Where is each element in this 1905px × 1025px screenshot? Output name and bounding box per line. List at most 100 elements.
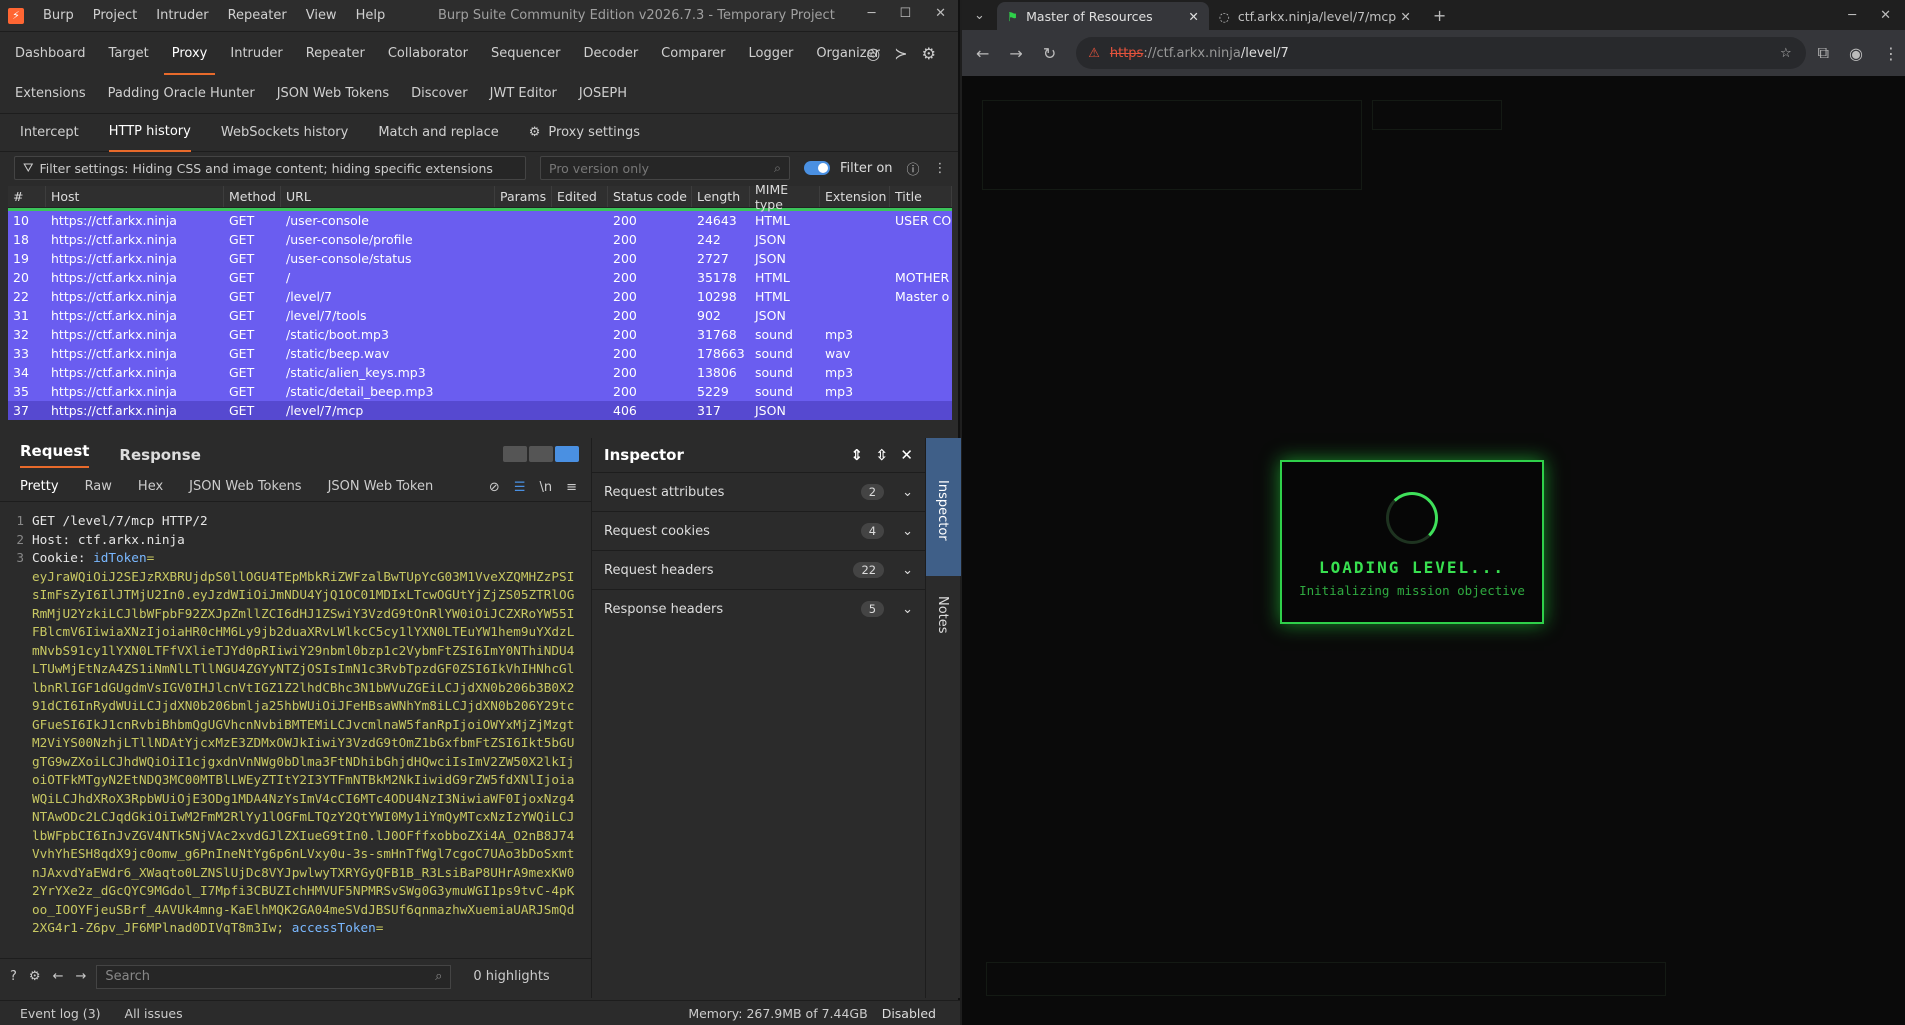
notes-strip-label[interactable]: Notes <box>935 596 950 634</box>
tab-target[interactable]: Target <box>109 46 149 61</box>
tab-dashboard[interactable]: Dashboard <box>15 46 86 61</box>
search-input[interactable]: Search ⌕ <box>96 964 452 989</box>
tab-padding-oracle-hunter[interactable]: Padding Oracle Hunter <box>108 86 255 101</box>
column-header[interactable]: Edited <box>552 186 608 207</box>
filter-toggle[interactable] <box>804 161 830 175</box>
table-row[interactable]: 19 https://ctf.arkx.ninja GET/user-console… <box>8 249 952 268</box>
table-row[interactable]: 32 https://ctf.arkx.ninja GET/static/boot.… <box>8 325 952 344</box>
settings-icon[interactable]: ⚙ <box>29 969 41 984</box>
table-row[interactable]: 22 https://ctf.arkx.ninja GET/level/7 200 10… <box>8 287 952 306</box>
browser-tab-active[interactable]: ⚑ Master of Resources ✕ <box>996 2 1209 30</box>
tab-collaborator[interactable]: Collaborator <box>388 46 468 61</box>
table-row[interactable]: 34 https://ctf.arkx.ninja GET/static/alien… <box>8 363 952 382</box>
tab-websockets-history[interactable]: WebSockets history <box>221 114 348 152</box>
tab-proxy[interactable]: Proxy <box>163 46 215 75</box>
tab-decoder[interactable]: Decoder <box>583 46 638 61</box>
help-icon[interactable]: ⓘ <box>907 159 920 178</box>
close-icon[interactable]: ✕ <box>935 6 946 21</box>
tab-comparer[interactable]: Comparer <box>661 46 725 61</box>
menu-help[interactable]: Help <box>356 8 386 23</box>
disabled-dropdown[interactable]: Disabled <box>882 1006 936 1021</box>
table-row[interactable]: 33 https://ctf.arkx.ninja GET/static/beep.… <box>8 344 952 363</box>
tab-joseph[interactable]: JOSEPH <box>579 86 627 101</box>
close-icon[interactable]: ✕ <box>1400 9 1410 24</box>
table-row[interactable]: 31 https://ctf.arkx.ninja GET/level/7/tool… <box>8 306 952 325</box>
tab-raw[interactable]: Raw <box>85 479 112 494</box>
extensions-icon[interactable]: ⧉ <box>1818 43 1829 63</box>
tab-sequencer[interactable]: Sequencer <box>491 46 560 61</box>
inspector-strip-tab[interactable]: Inspector <box>926 438 961 576</box>
globe-icon[interactable]: ◎ <box>866 44 880 63</box>
minimize-icon[interactable]: ─ <box>868 6 876 21</box>
inspector-section[interactable]: Request cookies 4 ⌄ <box>592 511 925 550</box>
tab-discover[interactable]: Discover <box>411 86 468 101</box>
tab-response[interactable]: Response <box>119 446 200 464</box>
column-header[interactable]: Params <box>495 186 552 207</box>
tab-jwt-editor[interactable]: JWT Editor <box>490 86 557 101</box>
all-issues-link[interactable]: All issues <box>125 1006 183 1021</box>
collapse-icon[interactable]: ⇳ <box>875 446 888 464</box>
inspector-section[interactable]: Response headers 5 ⌄ <box>592 589 925 628</box>
proxy-settings-button[interactable]: ⚙ Proxy settings <box>529 114 640 152</box>
browser-tab-2[interactable]: ◌ ctf.arkx.ninja/level/7/mcp ✕ <box>1209 2 1421 30</box>
table-row[interactable]: 10 https://ctf.arkx.ninja GET/user-console… <box>8 211 952 230</box>
tab-json-web-tokens[interactable]: JSON Web Tokens <box>277 86 389 101</box>
event-log-link[interactable]: Event log (3) <box>20 1006 101 1021</box>
tab-json-web-token-view[interactable]: JSON Web Token <box>328 479 434 494</box>
profile-icon[interactable]: ◉ <box>1849 44 1863 63</box>
pro-search-input[interactable]: Pro version only ⌕ <box>540 156 790 180</box>
menu-project[interactable]: Project <box>93 8 137 23</box>
maximize-icon[interactable]: ☐ <box>899 6 911 21</box>
column-header[interactable]: Length <box>692 186 750 207</box>
inspector-section[interactable]: Request headers 22 ⌄ <box>592 550 925 589</box>
tab-list-icon[interactable]: ⌄ <box>974 8 985 23</box>
inspector-section[interactable]: Request attributes 2 ⌄ <box>592 472 925 511</box>
forward-icon[interactable]: → <box>75 969 86 984</box>
menu-burp[interactable]: Burp <box>43 8 74 23</box>
tab-hex[interactable]: Hex <box>138 479 163 494</box>
url-field[interactable]: ⚠ https://ctf.arkx.ninja/level/7 ☆ <box>1076 37 1806 69</box>
tab-http-history[interactable]: HTTP history <box>108 114 191 152</box>
close-icon[interactable]: ✕ <box>1188 9 1198 24</box>
back-icon[interactable]: ← <box>53 969 64 984</box>
menu-repeater[interactable]: Repeater <box>228 8 287 23</box>
filter-settings-bar[interactable]: ⛛ Filter settings: Hiding CSS and image … <box>14 156 526 180</box>
tab-request[interactable]: Request <box>20 442 90 468</box>
column-header[interactable]: Extension <box>820 186 890 207</box>
terminal-icon[interactable]: ≻ <box>894 44 907 63</box>
menu-intruder[interactable]: Intruder <box>156 8 208 23</box>
close-icon[interactable]: ✕ <box>900 446 913 464</box>
column-header[interactable]: Host <box>46 186 224 207</box>
menu-view[interactable]: View <box>306 8 337 23</box>
tab-intercept[interactable]: Intercept <box>20 114 79 152</box>
column-header[interactable]: MIME type <box>750 182 820 212</box>
column-header[interactable]: Status code <box>608 186 692 207</box>
column-header[interactable]: Method <box>224 186 281 207</box>
more-icon[interactable]: ⋮ <box>1883 44 1899 63</box>
table-row[interactable]: 37 https://ctf.arkx.ninja GET/level/7/mcp 4… <box>8 401 952 420</box>
tab-json-web-tokens-view[interactable]: JSON Web Tokens <box>189 479 301 494</box>
more-icon[interactable]: ⋮ <box>934 161 947 176</box>
close-icon[interactable]: ✕ <box>1880 8 1891 23</box>
column-header[interactable]: Title <box>890 186 952 207</box>
newline-icon[interactable]: \n <box>539 480 552 495</box>
table-row[interactable]: 20 https://ctf.arkx.ninja GET / 200 35178 HTML… <box>8 268 952 287</box>
tab-logger[interactable]: Logger <box>749 46 794 61</box>
column-header[interactable]: # <box>8 186 46 207</box>
layout-split-icon[interactable] <box>503 446 527 462</box>
new-tab-icon[interactable]: + <box>1433 6 1446 25</box>
tab-match-and-replace[interactable]: Match and replace <box>378 114 498 152</box>
menu-icon[interactable]: ≡ <box>566 480 577 495</box>
reload-icon[interactable]: ↻ <box>1043 44 1056 63</box>
tab-intruder[interactable]: Intruder <box>230 46 282 61</box>
column-header[interactable]: URL <box>281 186 495 207</box>
tab-extensions[interactable]: Extensions <box>15 86 86 101</box>
forward-icon[interactable]: → <box>1009 44 1022 63</box>
wrap-icon[interactable]: ☰ <box>514 480 526 495</box>
layout-stack-icon[interactable] <box>529 446 553 462</box>
request-editor[interactable]: 123 GET /level/7/mcp HTTP/2 Host: ctf.ar… <box>0 512 582 948</box>
table-row[interactable]: 35 https://ctf.arkx.ninja GET/static/detai… <box>8 382 952 401</box>
gear-icon[interactable]: ⚙ <box>922 44 936 63</box>
tab-pretty[interactable]: Pretty <box>20 479 59 494</box>
align-icon[interactable]: ⇕ <box>850 446 863 464</box>
